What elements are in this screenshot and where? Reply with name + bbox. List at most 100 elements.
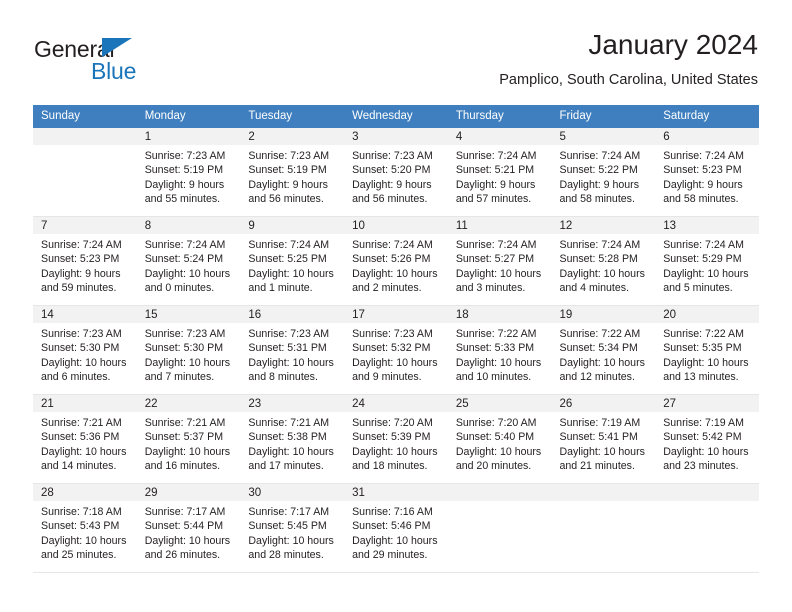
calendar-day-cell[interactable]: 26 Sunrise: 7:19 AM Sunset: 5:41 PM Dayligh…	[551, 395, 656, 484]
calendar-day-cell[interactable]: 11 Sunrise: 7:24 AM Sunset: 5:27 PM Dayligh…	[447, 217, 552, 306]
sunset-time: Sunset: 5:23 PM	[663, 164, 742, 177]
daylight-duration-line2: and 29 minutes.	[352, 549, 428, 562]
calendar-day-cell[interactable]: 13 Sunrise: 7:24 AM Sunset: 5:29 PM Dayligh…	[655, 217, 759, 306]
sunset-time: Sunset: 5:23 PM	[41, 253, 120, 266]
calendar-week-row: 28 Sunrise: 7:18 AM Sunset: 5:43 PM Dayligh…	[33, 484, 759, 573]
daylight-duration-line1: Daylight: 10 hours	[248, 534, 334, 547]
calendar-day-cell-inner: 21 Sunrise: 7:21 AM Sunset: 5:36 PM Dayligh…	[33, 395, 137, 484]
calendar-day-cell-inner: 6 Sunrise: 7:24 AM Sunset: 5:23 PM Daylight…	[655, 128, 759, 217]
day-details: Sunrise: 7:24 AM Sunset: 5:25 PM Daylight:…	[240, 234, 344, 296]
daylight-duration-line1: Daylight: 10 hours	[144, 267, 231, 280]
calendar-day-cell-inner: 27 Sunrise: 7:19 AM Sunset: 5:42 PM Dayligh…	[655, 395, 759, 484]
daylight-duration-line1: Daylight: 10 hours	[352, 267, 438, 280]
sunset-time: Sunset: 5:33 PM	[455, 342, 535, 355]
daylight-duration-line2: and 56 minutes.	[352, 193, 428, 206]
day-number: 20	[655, 306, 759, 323]
day-number: 24	[344, 395, 448, 412]
sunrise-time: Sunrise: 7:24 AM	[248, 239, 330, 251]
calendar-day-cell[interactable]: 17 Sunrise: 7:23 AM Sunset: 5:32 PM Dayligh…	[344, 306, 448, 395]
daylight-duration-line2: and 20 minutes.	[455, 460, 532, 473]
calendar-day-cell[interactable]: 3 Sunrise: 7:23 AM Sunset: 5:20 PM Daylight…	[344, 128, 448, 217]
day-number: 26	[551, 395, 656, 412]
sunset-time: Sunset: 5:30 PM	[41, 342, 120, 355]
calendar-week-row: 1 Sunrise: 7:23 AM Sunset: 5:19 PM Daylight…	[33, 128, 759, 217]
calendar-day-cell[interactable]: 14 Sunrise: 7:23 AM Sunset: 5:30 PM Dayligh…	[33, 306, 137, 395]
calendar-day-cell[interactable]: 8 Sunrise: 7:24 AM Sunset: 5:24 PM Daylight…	[136, 217, 241, 306]
calendar-day-cell[interactable]: 22 Sunrise: 7:21 AM Sunset: 5:37 PM Dayligh…	[136, 395, 241, 484]
daylight-duration-line2: and 4 minutes.	[559, 282, 630, 295]
day-details: Sunrise: 7:21 AM Sunset: 5:37 PM Daylight:…	[137, 412, 241, 474]
calendar-day-cell-inner: 18 Sunrise: 7:22 AM Sunset: 5:33 PM Dayligh…	[447, 306, 552, 395]
page-title: January 2024	[588, 29, 758, 60]
sunrise-time: Sunrise: 7:22 AM	[663, 328, 744, 340]
daylight-duration-line1: Daylight: 9 hours	[455, 178, 536, 191]
calendar-day-cell-inner: 31 Sunrise: 7:16 AM Sunset: 5:46 PM Dayligh…	[344, 484, 448, 573]
day-details: Sunrise: 7:23 AM Sunset: 5:19 PM Daylight:…	[240, 145, 344, 207]
calendar-day-cell[interactable]: 19 Sunrise: 7:22 AM Sunset: 5:34 PM Dayligh…	[551, 306, 656, 395]
daylight-duration-line1: Daylight: 9 hours	[144, 178, 225, 191]
sunrise-time: Sunrise: 7:18 AM	[41, 506, 122, 518]
calendar-day-cell-inner: 20 Sunrise: 7:22 AM Sunset: 5:35 PM Dayligh…	[655, 306, 759, 395]
sunset-time: Sunset: 5:40 PM	[455, 431, 535, 444]
calendar-day-cell-inner	[447, 484, 552, 573]
daylight-duration-line2: and 6 minutes.	[41, 371, 111, 384]
sunrise-time: Sunrise: 7:24 AM	[455, 150, 537, 162]
daylight-duration-line1: Daylight: 10 hours	[455, 267, 542, 280]
daylight-duration-line2: and 7 minutes.	[144, 371, 215, 384]
day-number: 25	[447, 395, 552, 412]
calendar-day-cell[interactable]: 31 Sunrise: 7:16 AM Sunset: 5:46 PM Dayligh…	[344, 484, 448, 573]
sunrise-time: Sunrise: 7:17 AM	[248, 506, 330, 518]
calendar-day-cell[interactable]: 21 Sunrise: 7:21 AM Sunset: 5:36 PM Dayligh…	[33, 395, 137, 484]
sunrise-time: Sunrise: 7:23 AM	[144, 328, 226, 340]
calendar-day-cell[interactable]: 12 Sunrise: 7:24 AM Sunset: 5:28 PM Dayligh…	[551, 217, 656, 306]
calendar-day-cell[interactable]: 6 Sunrise: 7:24 AM Sunset: 5:23 PM Daylight…	[655, 128, 759, 217]
day-number: 10	[344, 217, 448, 234]
calendar-day-cell-inner: 29 Sunrise: 7:17 AM Sunset: 5:44 PM Dayligh…	[136, 484, 241, 573]
calendar-day-cell-inner: 17 Sunrise: 7:23 AM Sunset: 5:32 PM Dayligh…	[344, 306, 448, 395]
calendar-day-cell-inner	[655, 484, 759, 573]
calendar-day-cell[interactable]: 28 Sunrise: 7:18 AM Sunset: 5:43 PM Dayligh…	[33, 484, 137, 573]
calendar-day-cell[interactable]: 5 Sunrise: 7:24 AM Sunset: 5:22 PM Daylight…	[551, 128, 656, 217]
daylight-duration-line2: and 28 minutes.	[248, 549, 324, 562]
title-block: January 2024 Pamplico, South Carolina, U…	[499, 28, 758, 89]
day-number: 2	[240, 128, 345, 145]
sunrise-time: Sunrise: 7:16 AM	[352, 506, 433, 518]
calendar-day-cell[interactable]: 1 Sunrise: 7:23 AM Sunset: 5:19 PM Daylight…	[136, 128, 241, 217]
weekday-header-wednesday: Wednesday	[344, 105, 448, 128]
day-number: 13	[655, 217, 759, 234]
calendar-day-cell[interactable]: 7 Sunrise: 7:24 AM Sunset: 5:23 PM Daylight…	[33, 217, 137, 306]
daylight-duration-line1: Daylight: 9 hours	[663, 178, 743, 191]
daylight-duration-line2: and 13 minutes.	[663, 371, 739, 384]
daylight-duration-line2: and 58 minutes.	[663, 193, 739, 206]
calendar-day-cell[interactable]: 2 Sunrise: 7:23 AM Sunset: 5:19 PM Daylight…	[240, 128, 345, 217]
daylight-duration-line1: Daylight: 10 hours	[663, 445, 749, 458]
calendar-day-cell[interactable]: 10 Sunrise: 7:24 AM Sunset: 5:26 PM Dayligh…	[344, 217, 448, 306]
daylight-duration-line2: and 23 minutes.	[663, 460, 739, 473]
calendar-day-cell[interactable]: 15 Sunrise: 7:23 AM Sunset: 5:30 PM Dayligh…	[136, 306, 241, 395]
daylight-duration-line1: Daylight: 10 hours	[352, 445, 438, 458]
day-details: Sunrise: 7:21 AM Sunset: 5:36 PM Daylight:…	[33, 412, 137, 474]
day-details: Sunrise: 7:23 AM Sunset: 5:31 PM Daylight:…	[240, 323, 344, 385]
calendar-day-cell[interactable]: 4 Sunrise: 7:24 AM Sunset: 5:21 PM Daylight…	[447, 128, 552, 217]
calendar-day-cell[interactable]: 9 Sunrise: 7:24 AM Sunset: 5:25 PM Daylight…	[240, 217, 345, 306]
calendar-day-cell[interactable]: 18 Sunrise: 7:22 AM Sunset: 5:33 PM Dayligh…	[447, 306, 552, 395]
day-number	[447, 484, 552, 501]
sunset-time: Sunset: 5:39 PM	[352, 431, 431, 444]
daylight-duration-line2: and 3 minutes.	[455, 282, 526, 295]
calendar-day-cell[interactable]: 30 Sunrise: 7:17 AM Sunset: 5:45 PM Dayligh…	[240, 484, 345, 573]
calendar-day-cell[interactable]: 23 Sunrise: 7:21 AM Sunset: 5:38 PM Dayligh…	[240, 395, 345, 484]
daylight-duration-line1: Daylight: 10 hours	[663, 267, 749, 280]
calendar-day-cell-empty	[655, 484, 759, 573]
day-details: Sunrise: 7:24 AM Sunset: 5:23 PM Daylight:…	[33, 234, 137, 296]
calendar-day-cell[interactable]: 16 Sunrise: 7:23 AM Sunset: 5:31 PM Dayligh…	[240, 306, 345, 395]
calendar-day-cell[interactable]: 20 Sunrise: 7:22 AM Sunset: 5:35 PM Dayligh…	[655, 306, 759, 395]
calendar-day-cell[interactable]: 27 Sunrise: 7:19 AM Sunset: 5:42 PM Dayligh…	[655, 395, 759, 484]
logo-triangle-icon	[102, 38, 132, 57]
daylight-duration-line1: Daylight: 10 hours	[352, 356, 438, 369]
calendar-day-cell[interactable]: 29 Sunrise: 7:17 AM Sunset: 5:44 PM Dayligh…	[136, 484, 241, 573]
calendar-day-cell[interactable]: 25 Sunrise: 7:20 AM Sunset: 5:40 PM Dayligh…	[447, 395, 552, 484]
day-number: 1	[136, 128, 241, 145]
calendar-day-cell-inner: 16 Sunrise: 7:23 AM Sunset: 5:31 PM Dayligh…	[240, 306, 345, 395]
calendar-day-cell[interactable]: 24 Sunrise: 7:20 AM Sunset: 5:39 PM Dayligh…	[344, 395, 448, 484]
day-details: Sunrise: 7:23 AM Sunset: 5:30 PM Daylight:…	[137, 323, 241, 385]
